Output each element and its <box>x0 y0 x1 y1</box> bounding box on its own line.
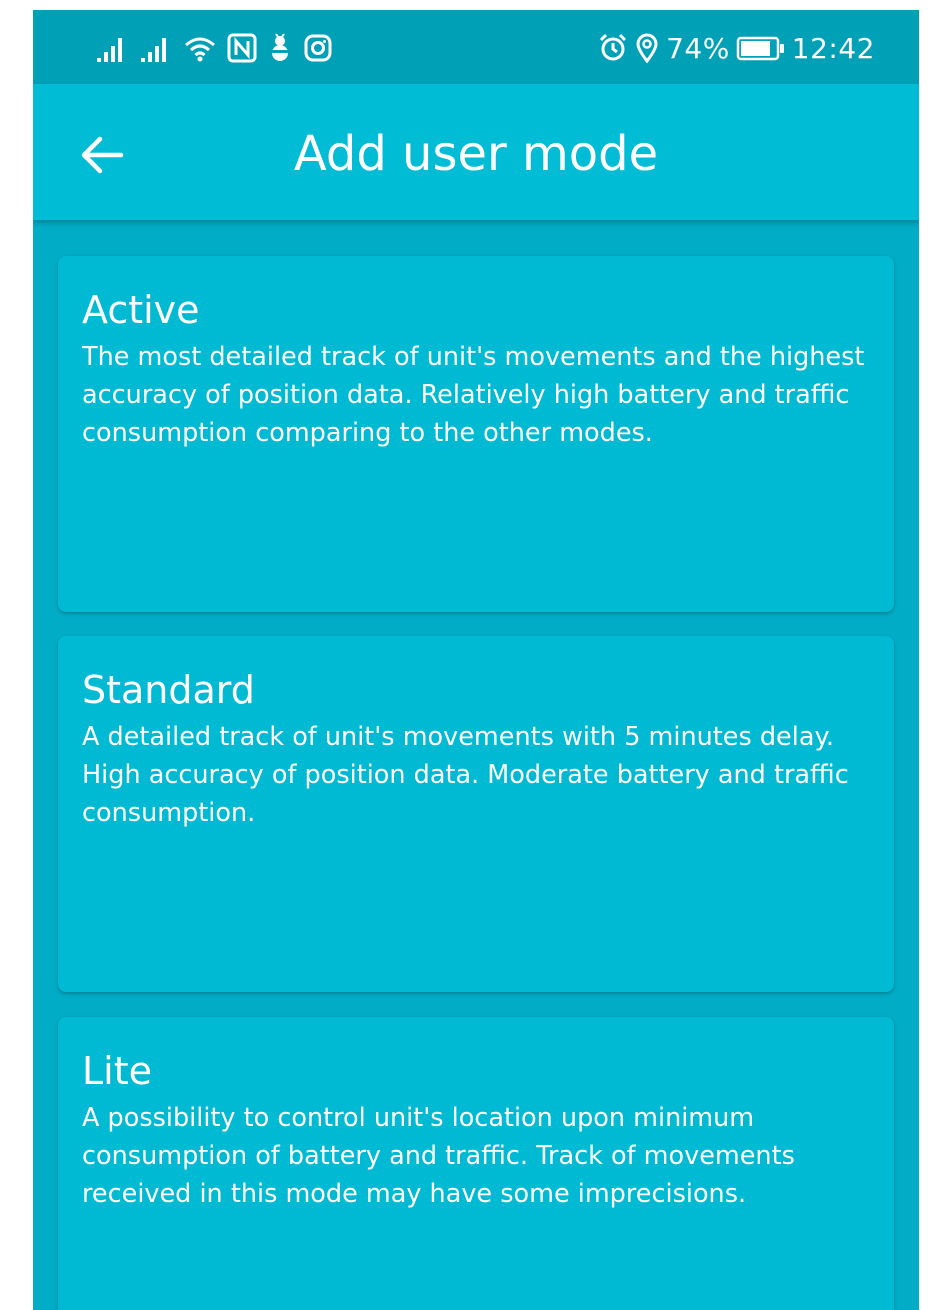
mode-card-active[interactable]: Active The most detailed track of unit's… <box>58 256 894 612</box>
page-title: Add user mode <box>293 126 659 182</box>
mode-description: A possibility to control unit's location… <box>82 1103 795 1209</box>
status-icons-right: 74% 12:42 <box>598 28 875 68</box>
mode-card-lite[interactable]: Lite A possibility to control unit's loc… <box>58 1017 894 1310</box>
mode-card-standard[interactable]: Standard A detailed track of unit's move… <box>58 636 894 992</box>
nfc-icon <box>227 32 257 64</box>
battery-icon <box>736 32 786 64</box>
mode-title: Standard <box>82 668 255 712</box>
battery-percent: 74% <box>666 31 730 65</box>
status-icons-left <box>95 30 333 66</box>
bug-icon <box>267 32 293 64</box>
mode-description: The most detailed track of unit's moveme… <box>82 342 865 448</box>
clock-time: 12:42 <box>791 31 875 65</box>
instagram-icon <box>303 32 333 64</box>
phone-screen: 74% 12:42 Add user mode Active The most … <box>33 10 919 1310</box>
signal-icon <box>139 32 173 64</box>
location-icon <box>634 32 660 64</box>
status-bar: 74% 12:42 <box>33 10 919 84</box>
mode-description: A detailed track of unit's movements wit… <box>82 722 849 828</box>
mode-title: Lite <box>82 1049 153 1093</box>
alarm-icon <box>598 32 628 64</box>
app-bar: Add user mode <box>33 84 919 220</box>
wifi-icon <box>183 32 217 64</box>
signal-icon <box>95 32 129 64</box>
mode-title: Active <box>82 288 200 332</box>
mode-list: Active The most detailed track of unit's… <box>33 220 919 1310</box>
